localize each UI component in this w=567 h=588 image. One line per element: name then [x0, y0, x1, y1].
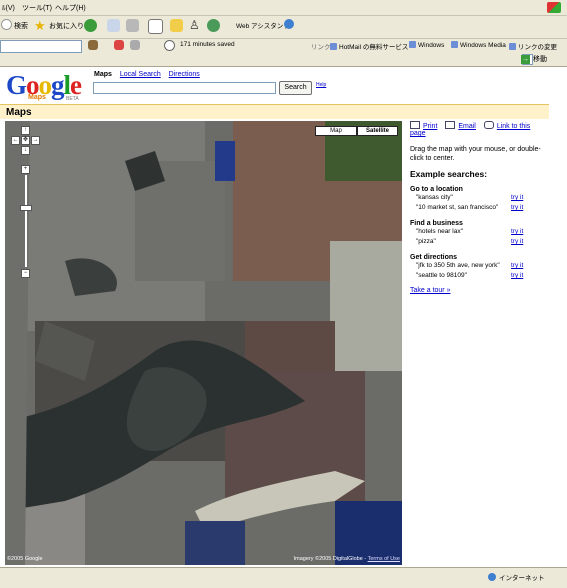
example-query: "jfk to 350 5th ave, new york": [416, 262, 500, 269]
go-button[interactable]: → 移動: [521, 54, 547, 64]
link-icon: [330, 43, 337, 50]
map-type-map-button[interactable]: Map: [315, 126, 357, 136]
logo-subtitle: Maps: [28, 94, 46, 101]
page-title: Maps: [6, 107, 32, 118]
email-link[interactable]: Email: [445, 121, 476, 130]
example-query: "seattle to 98109": [416, 272, 467, 279]
status-bar: インターネット: [0, 567, 567, 588]
link-icon: [509, 43, 516, 50]
search-submit-button[interactable]: Search: [279, 81, 312, 95]
search-input[interactable]: [93, 82, 276, 94]
research-icon[interactable]: [207, 19, 220, 32]
map-type-satellite-button[interactable]: Satellite: [357, 126, 398, 136]
try-it-link[interactable]: try it: [511, 228, 523, 235]
print-icon[interactable]: [126, 19, 139, 32]
satellite-map[interactable]: ↑ ← ✥ → ↓ + − Map Satellite ©2005 Google…: [5, 121, 402, 565]
globe-icon: [488, 573, 496, 581]
menu-help[interactable]: ヘルプ(H): [55, 3, 86, 13]
link-icon: [409, 41, 416, 48]
zoom-slider-handle[interactable]: [20, 205, 32, 211]
map-tools: Print Email Link to this page: [410, 121, 552, 137]
pan-up-button[interactable]: ↑: [21, 126, 30, 135]
menu-view[interactable]: ﾙ(V): [2, 3, 15, 13]
drag-hint: Drag the map with your mouse, or double-…: [410, 146, 541, 162]
pan-center-button[interactable]: ✥: [21, 136, 30, 145]
zoom-in-button[interactable]: +: [21, 165, 30, 174]
satellite-imagery: [5, 121, 402, 565]
example-query: "kansas city": [416, 194, 453, 201]
toolbar-icon[interactable]: [130, 40, 140, 50]
tab-local-search[interactable]: Local Search: [120, 71, 161, 78]
printer-icon: [410, 121, 420, 129]
address-bar: 171 minutes saved リンク HotMail の無料サービス Wi…: [0, 39, 567, 54]
search-button[interactable]: 検索: [14, 20, 28, 34]
example-query: "pizza": [416, 238, 436, 245]
sidebar: Print Email Link to this page Drag the m…: [410, 121, 552, 294]
link-icon: [451, 41, 458, 48]
tab-maps[interactable]: Maps: [94, 71, 112, 78]
windows-logo-icon: [547, 2, 561, 13]
history-icon[interactable]: [84, 19, 97, 32]
clock-icon: [164, 40, 175, 51]
pan-down-button[interactable]: ↓: [21, 146, 30, 155]
try-it-link[interactable]: try it: [511, 272, 523, 279]
link-customize[interactable]: リンクの変更: [509, 41, 557, 51]
favorites-button[interactable]: お気に入り: [49, 20, 84, 34]
map-copyright: ©2005 Google: [7, 556, 43, 562]
example-row: "hotels near lax" try it: [410, 227, 552, 237]
address-input[interactable]: [0, 40, 82, 53]
tab-directions[interactable]: Directions: [169, 71, 200, 78]
globe-icon[interactable]: [284, 19, 294, 29]
menu-tools[interactable]: ツール(T): [22, 3, 52, 13]
mail-icon[interactable]: [107, 19, 120, 32]
security-zone: インターネット: [488, 572, 545, 582]
section-heading: Get directions: [410, 254, 458, 261]
chain-link-icon: [483, 121, 494, 129]
example-query: "hotels near lax": [416, 228, 463, 235]
search-icon: [1, 19, 12, 30]
print-link[interactable]: Print: [410, 121, 437, 130]
take-tour-link[interactable]: Take a tour »: [410, 287, 552, 294]
example-row: "kansas city" try it: [410, 193, 552, 203]
folder-icon[interactable]: [170, 19, 183, 32]
star-icon: ★: [34, 18, 46, 33]
pan-left-button[interactable]: ←: [11, 136, 20, 145]
help-link[interactable]: Help: [316, 82, 326, 88]
examples-heading: Example searches:: [410, 169, 488, 179]
link-hotmail[interactable]: HotMail の無料サービス: [330, 41, 408, 51]
section-heading: Go to a location: [410, 186, 463, 193]
go-bar: ▾ →移動: [0, 53, 567, 67]
nav-tabs: Maps Local Search Directions: [94, 71, 206, 78]
example-query: "10 market st, san francisco": [416, 204, 499, 211]
example-row: "jfk to 350 5th ave, new york" try it: [410, 261, 552, 271]
try-it-link[interactable]: try it: [511, 238, 523, 245]
beta-badge: BETA: [66, 96, 79, 102]
pan-right-button[interactable]: →: [31, 136, 40, 145]
section-heading: Find a business: [410, 220, 463, 227]
try-it-link[interactable]: try it: [511, 262, 523, 269]
web-assistant-button[interactable]: Web アシスタント: [236, 20, 290, 34]
try-it-link[interactable]: try it: [511, 204, 523, 211]
link-windows[interactable]: Windows: [409, 41, 444, 49]
messenger-icon[interactable]: ♙: [189, 19, 202, 32]
links-label: リンク: [311, 44, 331, 51]
terms-link[interactable]: Terms of Use: [368, 556, 400, 562]
browser-toolbar: 検索 ★ お気に入り ♙ Web アシスタント: [0, 16, 567, 39]
menu-bar: ﾙ(V) ツール(T) ヘルプ(H): [0, 0, 567, 16]
toolbar-icon[interactable]: [114, 40, 124, 50]
example-row: "10 market st, san francisco" try it: [410, 203, 552, 213]
status-text: 171 minutes saved: [180, 41, 235, 48]
envelope-icon: [445, 121, 456, 129]
edit-icon[interactable]: [148, 19, 163, 34]
imagery-credit: Imagery ©2005 DigitalGlobe - Terms of Us…: [293, 556, 400, 562]
arrow-right-icon: →: [521, 55, 530, 64]
try-it-link[interactable]: try it: [511, 194, 523, 201]
example-row: "seattle to 98109" try it: [410, 271, 552, 281]
maps-title-bar: Maps: [0, 104, 549, 119]
link-windows-media[interactable]: Windows Media: [451, 41, 506, 49]
toolbar-icon[interactable]: [88, 40, 98, 50]
zoom-slider-track[interactable]: [25, 175, 27, 267]
zoom-out-button[interactable]: −: [21, 269, 30, 278]
example-row: "pizza" try it: [410, 237, 552, 247]
